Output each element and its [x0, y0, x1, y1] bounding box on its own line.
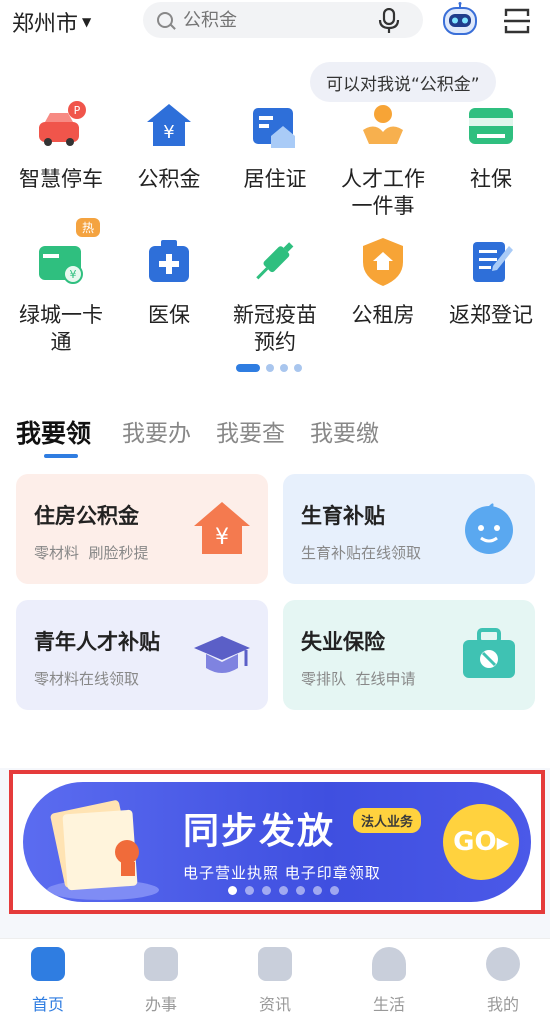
home-icon	[31, 947, 65, 981]
briefcase-icon	[463, 628, 515, 678]
microphone-icon[interactable]	[378, 8, 400, 34]
service-housing-fund[interactable]: ¥ 公积金	[114, 100, 224, 193]
banner-dot	[330, 886, 339, 895]
promo-banner[interactable]: 同步发放 法人业务 电子营业执照 电子印章领取 GO ▶	[23, 782, 531, 902]
nav-label: 生活	[372, 995, 405, 1014]
banner-dot	[313, 886, 322, 895]
active-tab-indicator	[44, 454, 78, 458]
grid-page-indicator	[236, 364, 302, 372]
nav-news[interactable]: 资讯	[240, 947, 310, 1015]
heart-icon	[372, 947, 406, 981]
highlighted-banner-frame: 同步发放 法人业务 电子营业执照 电子印章领取 GO ▶	[9, 770, 545, 914]
banner-dot	[262, 886, 271, 895]
tab-query[interactable]: 我要查	[216, 414, 285, 448]
parking-car-icon: P	[39, 101, 86, 146]
banner-subtitle: 电子营业执照 电子印章领取	[183, 864, 381, 882]
service-label: 居住证	[243, 167, 307, 191]
service-label: 返郑登记	[449, 303, 533, 327]
service-return-registration[interactable]: 返郑登记	[436, 236, 546, 329]
service-label: 新冠疫苗 预约	[233, 303, 317, 354]
wallet-card-icon: ¥	[39, 246, 83, 284]
card-housing-fund[interactable]: 住房公积金 零材料 刷脸秒提 ¥	[16, 474, 268, 584]
nav-label: 资讯	[258, 995, 291, 1014]
service-public-rental[interactable]: 公租房	[328, 236, 438, 329]
banner-dot	[245, 886, 254, 895]
baby-face-icon	[465, 503, 513, 554]
social-card-icon	[469, 108, 513, 144]
service-smart-parking[interactable]: P 智慧停车	[6, 100, 116, 193]
shield-house-icon	[363, 238, 403, 286]
service-label: 公积金	[137, 167, 201, 191]
banner-title: 同步发放	[183, 811, 336, 852]
svg-text:¥: ¥	[70, 268, 77, 281]
house-yuan-icon: ¥	[147, 104, 191, 146]
svg-text:¥: ¥	[163, 122, 174, 143]
banner-dot	[296, 886, 305, 895]
assistant-robot-icon[interactable]	[440, 2, 480, 40]
page-dot	[266, 364, 274, 372]
id-card-house-icon	[253, 108, 295, 148]
svg-text:P: P	[74, 104, 81, 117]
graduation-cap-icon	[194, 636, 250, 673]
nav-life[interactable]: 生活	[354, 947, 424, 1015]
service-label: 医保	[148, 303, 190, 327]
banner-page-indicator	[228, 886, 339, 895]
tab-pay[interactable]: 我要缴	[310, 414, 379, 448]
clock-icon	[144, 947, 178, 981]
page-dot	[294, 364, 302, 372]
search-input[interactable]	[183, 9, 363, 31]
service-social-security[interactable]: 社保	[436, 100, 546, 193]
service-label: 绿城一卡 通	[19, 303, 103, 354]
page-dot	[280, 364, 288, 372]
scan-icon[interactable]	[502, 6, 532, 36]
nav-label: 我的	[486, 995, 519, 1014]
nav-home[interactable]: 首页	[13, 947, 83, 1015]
top-bar: 郑州市 ▼	[0, 0, 550, 44]
card-youth-talent-subsidy[interactable]: 青年人才补贴 零材料在线领取	[16, 600, 268, 710]
service-residence-permit[interactable]: 居住证	[220, 100, 330, 193]
arrow-right-icon: ▶	[496, 832, 509, 852]
service-medical-insurance[interactable]: 医保	[114, 236, 224, 329]
service-label: 社保	[470, 167, 512, 191]
card-birth-subsidy[interactable]: 生育补贴 生育补贴在线领取	[283, 474, 535, 584]
go-button[interactable]: GO ▶	[443, 804, 519, 880]
go-label: GO	[453, 827, 497, 857]
documents-stamp-icon	[47, 800, 159, 900]
banner-dot	[279, 886, 288, 895]
medical-kit-icon	[149, 240, 189, 282]
house-yuan-icon: ¥	[194, 502, 250, 554]
document-icon	[258, 947, 292, 981]
service-talent-work[interactable]: 人才工作 一件事	[328, 100, 438, 220]
nav-label: 办事	[144, 995, 177, 1014]
bottom-navigation: 首页 办事 资讯 生活 我的	[0, 938, 550, 1017]
hands-talent-icon	[363, 105, 403, 144]
service-label: 公租房	[351, 303, 415, 327]
assistant-tip-bubble: 可以对我说“公积金”	[310, 62, 496, 102]
caret-down-icon: ▼	[82, 15, 92, 29]
card-unemployment-insurance[interactable]: 失业保险 零排队 在线申请	[283, 600, 535, 710]
user-icon	[486, 947, 520, 981]
banner-badge: 法人业务	[353, 808, 422, 833]
tab-handle[interactable]: 我要办	[122, 414, 191, 448]
tab-claim[interactable]: 我要领	[16, 414, 91, 450]
service-cards: 住房公积金 零材料 刷脸秒提 ¥ 生育补贴 生育补贴在线领取 青年人才补贴 零材…	[0, 464, 550, 744]
city-selector[interactable]: 郑州市 ▼	[12, 6, 91, 38]
service-city-card[interactable]: 热 ¥ 绿城一卡 通	[6, 218, 116, 356]
city-name: 郑州市	[12, 12, 79, 37]
nav-label: 首页	[31, 995, 64, 1014]
service-covid-vaccine[interactable]: 新冠疫苗 预约	[220, 236, 330, 356]
spacer	[0, 744, 550, 768]
service-label: 智慧停车	[19, 167, 103, 191]
nav-services[interactable]: 办事	[126, 947, 196, 1015]
page-dot-active	[236, 364, 260, 372]
service-label: 人才工作 一件事	[341, 167, 425, 218]
category-tabs: 我要领 我要办 我要查 我要缴	[0, 384, 550, 464]
search-icon	[157, 12, 173, 28]
banner-dot-active	[228, 886, 237, 895]
nav-profile[interactable]: 我的	[468, 947, 538, 1015]
syringe-icon	[256, 242, 294, 280]
hot-badge: 热	[76, 218, 101, 237]
svg-text:¥: ¥	[215, 525, 229, 550]
notebook-pen-icon	[473, 242, 513, 282]
